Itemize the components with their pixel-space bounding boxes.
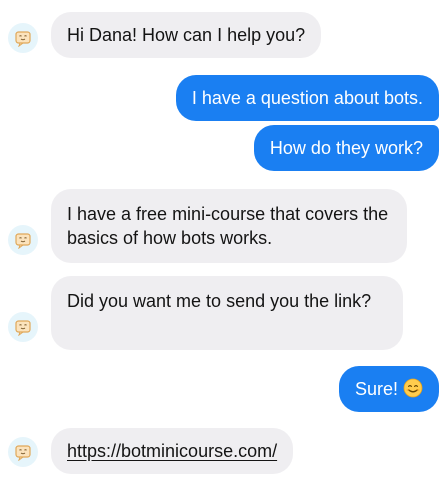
bot-avatar xyxy=(8,437,38,467)
message-text: How do they work? xyxy=(269,138,423,158)
message-text: Sure! xyxy=(354,379,398,399)
bot-face-icon xyxy=(15,31,31,47)
bot-face-icon xyxy=(15,320,31,336)
message-bot-greeting: Hi Dana! How can I help you? xyxy=(51,12,322,58)
message-bot-course-offer: I have a free mini-course that covers th… xyxy=(51,189,407,263)
message-text: I have a question about bots. xyxy=(191,88,423,108)
bot-avatar xyxy=(8,225,38,255)
bot-face-icon xyxy=(15,445,31,461)
message-text: Hi Dana! How can I help you? xyxy=(67,25,306,45)
message-text: Did you want me to send you the link? xyxy=(67,291,372,311)
smiling-face-emoji-icon xyxy=(403,378,423,398)
course-link[interactable]: https://botminicourse.com/ xyxy=(67,439,277,463)
message-user-question: I have a question about bots. xyxy=(175,75,439,121)
message-bot-link: https://botminicourse.com/ xyxy=(51,428,294,474)
message-user-followup: How do they work? xyxy=(253,125,439,171)
message-user-sure: Sure! xyxy=(338,366,439,412)
bot-avatar xyxy=(8,312,38,342)
message-text: I have a free mini-course that covers th… xyxy=(67,204,389,248)
bot-face-icon xyxy=(15,233,31,249)
bot-avatar xyxy=(8,23,38,53)
message-bot-send-link: Did you want me to send you the link? xyxy=(51,276,403,350)
